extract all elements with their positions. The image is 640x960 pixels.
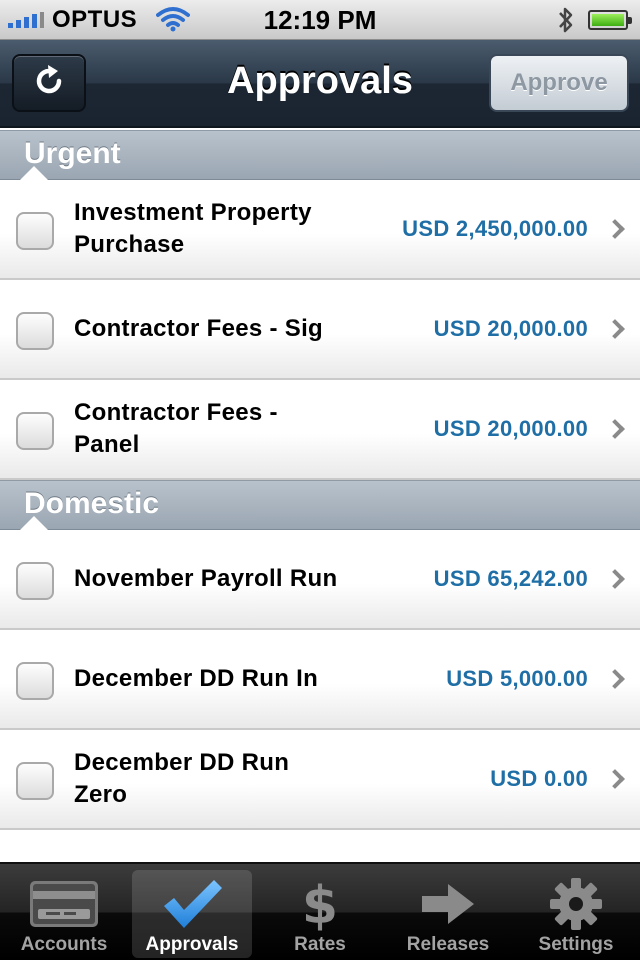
list-item[interactable]: November Payroll Run USD 65,242.00 bbox=[0, 530, 640, 630]
gear-icon bbox=[539, 874, 613, 934]
item-title: Contractor Fees - Panel bbox=[74, 399, 278, 458]
tab-label: Approvals bbox=[145, 934, 239, 955]
section-pointer bbox=[20, 516, 48, 530]
item-checkbox[interactable] bbox=[16, 562, 54, 600]
card-icon bbox=[27, 874, 101, 934]
item-amount: USD 20,000.00 bbox=[433, 316, 588, 341]
status-bar: OPTUS 12:19 PM bbox=[0, 0, 640, 40]
chevron-right-icon bbox=[605, 319, 625, 339]
item-title: Investment Property Purchase bbox=[74, 199, 312, 258]
item-title: November Payroll Run bbox=[74, 565, 338, 592]
section-header-urgent: Urgent bbox=[0, 130, 640, 180]
item-amount: USD 65,242.00 bbox=[433, 566, 588, 591]
tab-rates[interactable]: $ Rates bbox=[256, 864, 384, 960]
clock: 12:19 PM bbox=[263, 5, 377, 35]
item-checkbox[interactable] bbox=[16, 312, 54, 350]
tab-accounts[interactable]: Accounts bbox=[0, 864, 128, 960]
tab-label: Releases bbox=[406, 934, 490, 955]
section-header-domestic: Domestic bbox=[0, 480, 640, 530]
item-amount: USD 5,000.00 bbox=[446, 666, 588, 691]
tab-label: Settings bbox=[538, 934, 614, 955]
approvals-list: Urgent Investment Property Purchase USD … bbox=[0, 130, 640, 858]
item-title: December DD Run In bbox=[74, 665, 319, 692]
chevron-right-icon bbox=[605, 569, 625, 589]
list-item[interactable]: Contractor Fees - Sig USD 20,000.00 bbox=[0, 280, 640, 380]
chevron-right-icon bbox=[605, 769, 625, 789]
tab-bar: Accounts Approvals $ Rates Releases Sett… bbox=[0, 862, 640, 960]
checkmark-icon bbox=[155, 874, 229, 934]
item-checkbox[interactable] bbox=[16, 762, 54, 800]
list-item-partial bbox=[0, 830, 640, 858]
item-checkbox[interactable] bbox=[16, 662, 54, 700]
arrow-right-icon bbox=[411, 874, 485, 934]
item-amount: USD 20,000.00 bbox=[433, 416, 588, 441]
tab-label: Rates bbox=[294, 934, 346, 955]
item-checkbox[interactable] bbox=[16, 212, 54, 250]
list-item[interactable]: December DD Run In USD 5,000.00 bbox=[0, 630, 640, 730]
list-item[interactable]: Investment Property Purchase USD 2,450,0… bbox=[0, 180, 640, 280]
list-item[interactable]: December DD Run Zero USD 0.00 bbox=[0, 730, 640, 830]
approve-button[interactable]: Approve bbox=[489, 54, 629, 112]
tab-approvals[interactable]: Approvals bbox=[128, 864, 256, 960]
item-title: Contractor Fees - Sig bbox=[74, 315, 324, 342]
dollar-icon: $ bbox=[283, 874, 357, 934]
navigation-bar: Approvals Approve bbox=[0, 40, 640, 128]
chevron-right-icon bbox=[605, 669, 625, 689]
battery-icon bbox=[588, 10, 632, 30]
section-pointer bbox=[20, 166, 48, 180]
tab-settings[interactable]: Settings bbox=[512, 864, 640, 960]
list-item[interactable]: Contractor Fees - Panel USD 20,000.00 bbox=[0, 380, 640, 480]
chevron-right-icon bbox=[605, 219, 625, 239]
item-amount: USD 2,450,000.00 bbox=[402, 216, 588, 241]
tab-releases[interactable]: Releases bbox=[384, 864, 512, 960]
tab-label: Accounts bbox=[20, 934, 108, 955]
chevron-right-icon bbox=[605, 419, 625, 439]
item-amount: USD 0.00 bbox=[490, 766, 588, 791]
bluetooth-icon bbox=[556, 4, 576, 41]
item-checkbox[interactable] bbox=[16, 412, 54, 450]
item-title: December DD Run Zero bbox=[74, 749, 290, 808]
svg-text:$: $ bbox=[302, 876, 338, 933]
